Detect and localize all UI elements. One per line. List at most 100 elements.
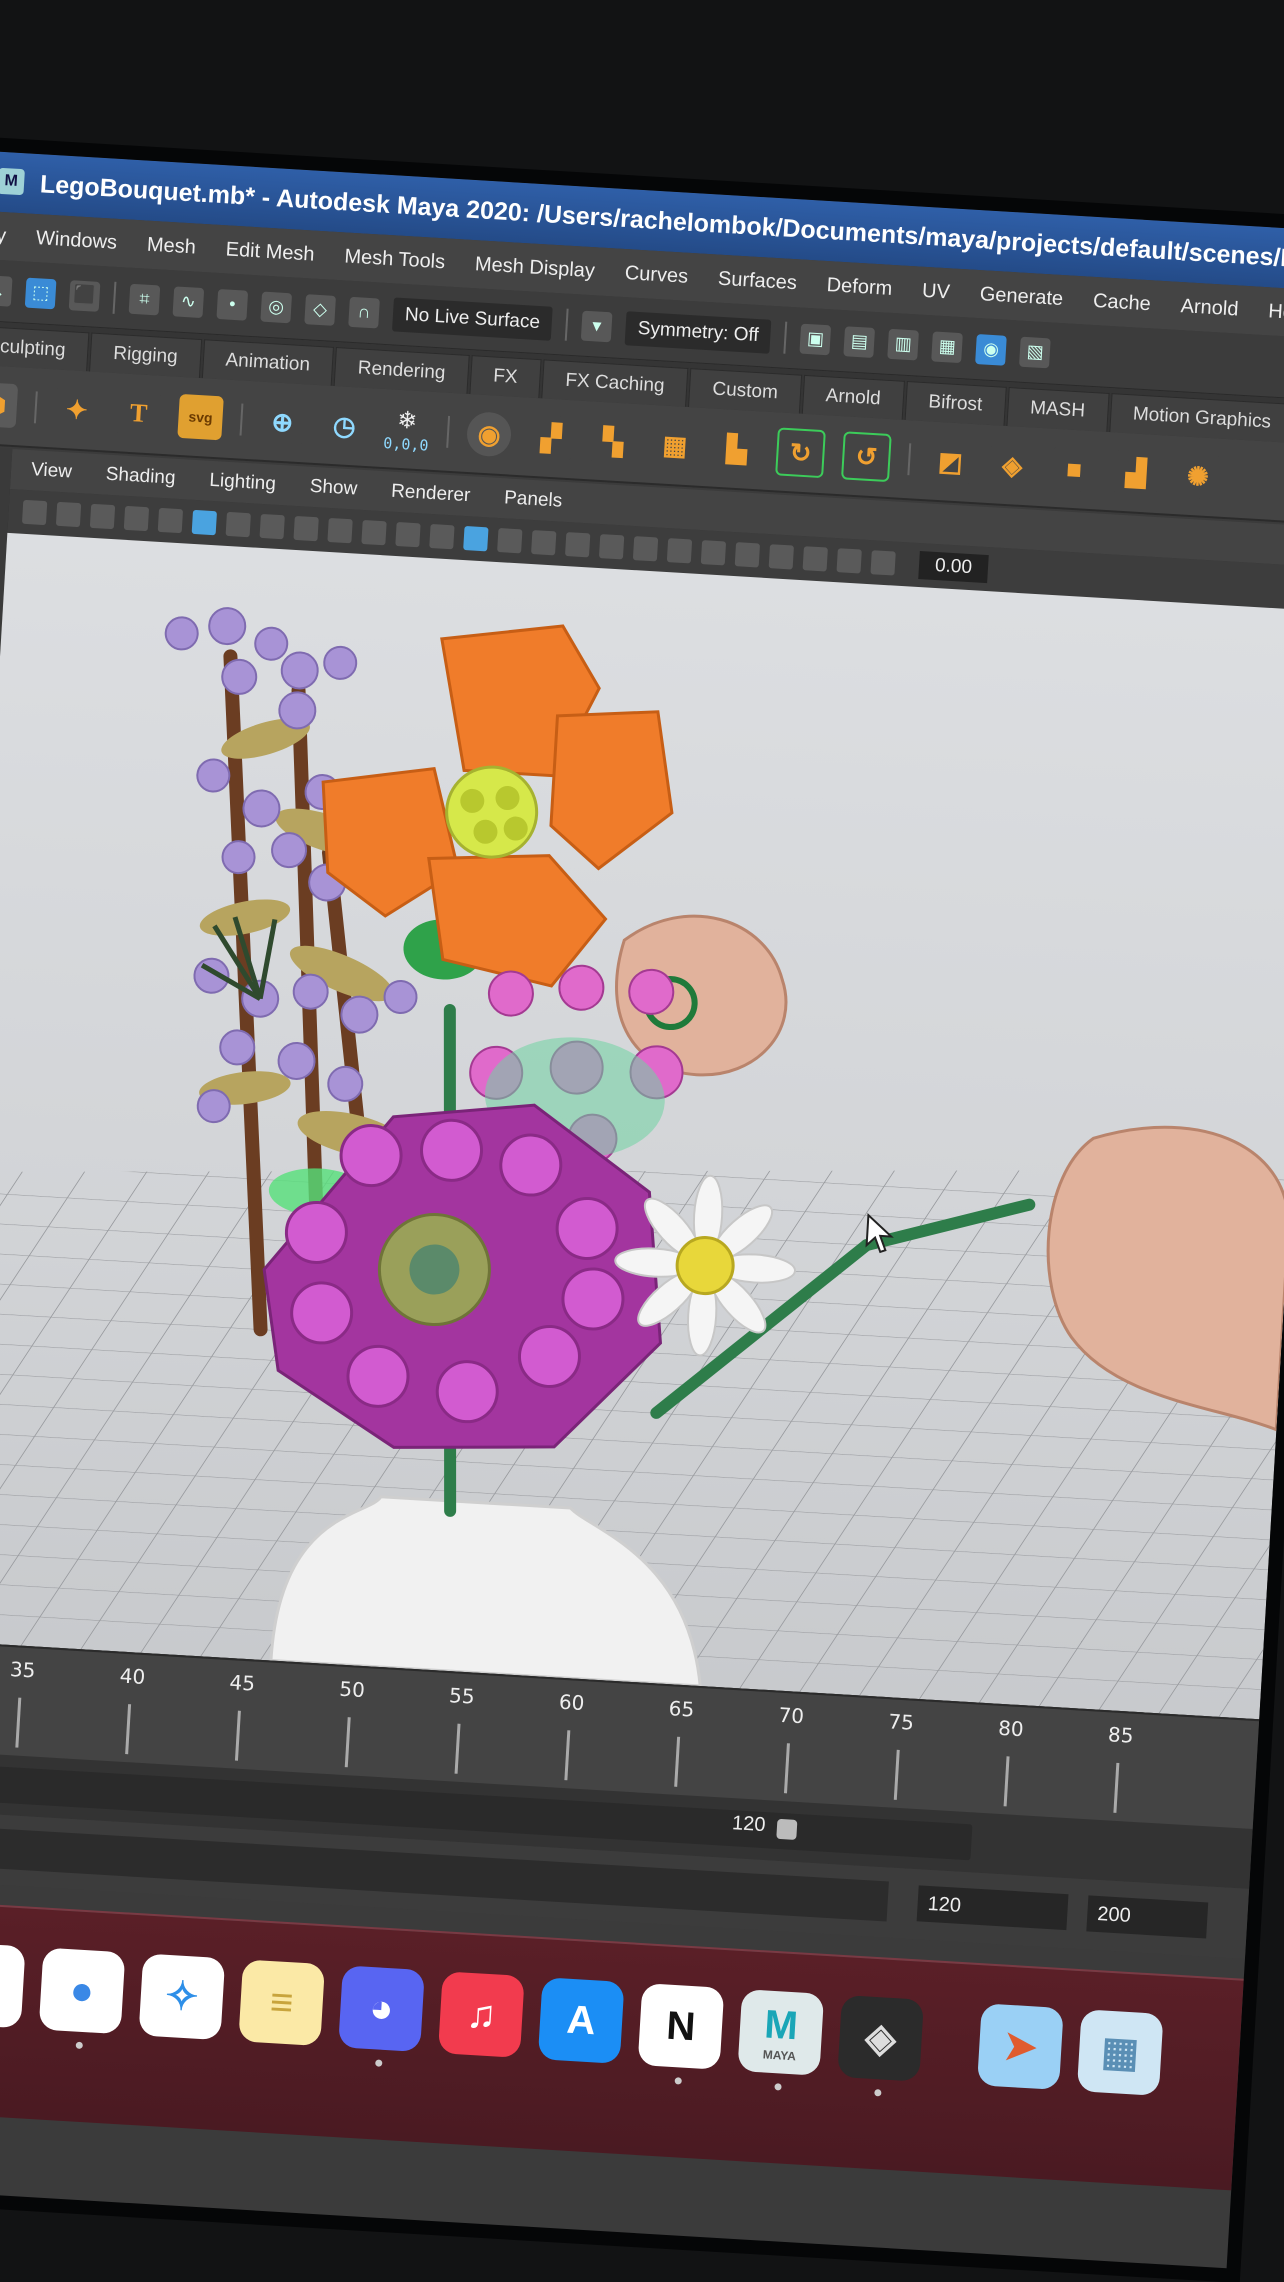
cube-scatter-icon[interactable]: ▟ — [1112, 449, 1160, 496]
dock-maya-icon[interactable]: M MAYA — [737, 1989, 825, 2076]
snap-grid-icon[interactable]: ⌗ — [128, 283, 161, 315]
tab-custom[interactable]: Custom — [688, 368, 802, 414]
cube-rotate-icon[interactable]: ↻ — [775, 427, 827, 479]
xray-joints-icon[interactable] — [836, 548, 862, 574]
field-chart-icon[interactable] — [327, 517, 353, 544]
magnet-icon[interactable]: ∩ — [348, 296, 380, 329]
chevron-down-icon[interactable]: ▾ — [580, 310, 613, 342]
xray-icon[interactable] — [802, 546, 828, 572]
exposure-icon[interactable] — [870, 550, 896, 576]
range-lock-icon[interactable] — [776, 1818, 798, 1840]
shadows-icon[interactable] — [598, 534, 625, 560]
cube-box-icon[interactable]: ■ — [1050, 445, 1098, 493]
snap-view-icon[interactable]: ◎ — [260, 291, 293, 323]
image-plane-icon[interactable] — [123, 505, 150, 532]
menu-item-cache[interactable]: Cache — [1092, 289, 1151, 315]
cube-slice-icon[interactable]: ◩ — [927, 438, 974, 485]
select-objects-icon[interactable]: ⬚ — [24, 277, 57, 309]
snowflake-tool[interactable]: ❄ 0,0,0 — [383, 405, 431, 454]
cube-diamond-icon[interactable]: ◈ — [989, 442, 1036, 489]
snap-curve-icon[interactable]: ∿ — [172, 285, 205, 318]
tab-rigging[interactable]: Rigging — [89, 332, 202, 379]
anim-end-field[interactable]: 120 — [916, 1885, 1069, 1931]
exposure-field[interactable]: 0.00 — [918, 551, 989, 584]
menu-item-help[interactable]: Help — [1268, 300, 1284, 325]
select-tool-icon[interactable]: ↖ — [0, 274, 13, 307]
menu-item-arnold[interactable]: Arnold — [1180, 295, 1239, 321]
render-frame-icon[interactable]: ▤ — [843, 325, 876, 358]
menu-item-surfaces[interactable]: Surfaces — [717, 267, 797, 295]
gate-mask-icon[interactable] — [293, 515, 319, 542]
wheel-icon[interactable]: ✺ — [1174, 453, 1222, 500]
polygon-sphere-icon[interactable]: ⬢ — [0, 381, 19, 429]
symmetry-dropdown[interactable]: Symmetry: Off — [624, 310, 772, 354]
safe-title-icon[interactable] — [395, 521, 421, 548]
tab-fx[interactable]: FX — [469, 355, 542, 399]
menu-item-edit-mesh[interactable]: Edit Mesh — [225, 238, 315, 266]
resolution-gate-icon[interactable] — [259, 513, 285, 540]
panel-menu-shading[interactable]: Shading — [105, 464, 176, 490]
dock-preview-icon[interactable]: ▦ — [1076, 2009, 1164, 2096]
tab-bifrost[interactable]: Bifrost — [904, 380, 1007, 426]
smooth-shade-icon[interactable] — [463, 525, 489, 552]
panel-menu-view[interactable]: View — [30, 459, 73, 483]
bookmark-icon[interactable] — [89, 503, 116, 530]
playback-end-field[interactable]: 200 — [1086, 1895, 1209, 1939]
use-all-lights-icon[interactable] — [564, 532, 591, 558]
dock-safari-icon[interactable]: ✧ — [138, 1953, 226, 2041]
mash-network-icon[interactable]: ◉ — [465, 411, 513, 458]
wireframe-icon[interactable] — [429, 523, 455, 550]
menu-item-generate[interactable]: Generate — [979, 283, 1064, 311]
cube-stack-icon[interactable]: ▦ — [651, 422, 699, 469]
timer-icon[interactable]: ◷ — [321, 402, 368, 449]
menu-item-windows[interactable]: Windows — [35, 227, 117, 255]
render-setup-icon[interactable]: ▧ — [1019, 336, 1052, 368]
sparkle-icon[interactable]: ✦ — [53, 386, 101, 434]
cube-steps-icon[interactable]: ▙ — [713, 425, 761, 473]
hypershade-icon[interactable]: ◉ — [975, 333, 1008, 366]
dock-discord-icon[interactable]: ◕ — [338, 1965, 425, 2053]
ipr-render-icon[interactable]: ▥ — [887, 328, 920, 361]
dock-unity-icon[interactable]: ◈ — [837, 1994, 924, 2082]
panel-menu-show[interactable]: Show — [309, 476, 358, 501]
panel-menu-panels[interactable]: Panels — [504, 487, 563, 512]
live-surface-field[interactable]: No Live Surface — [392, 296, 553, 341]
motion-blur-icon[interactable] — [666, 538, 693, 564]
safe-action-icon[interactable] — [361, 519, 387, 546]
depth-of-field-icon[interactable] — [734, 542, 761, 568]
dock-chrome-icon[interactable]: ● — [38, 1947, 126, 2035]
wireframe-on-shaded-icon[interactable] — [497, 528, 523, 554]
panel-menu-renderer[interactable]: Renderer — [391, 481, 471, 508]
menu-item-ay[interactable]: ay — [0, 224, 7, 248]
dock-vscode-icon[interactable]: ⟨⟩ — [0, 1941, 26, 2029]
dock-notion-icon[interactable]: N — [637, 1983, 725, 2070]
menu-item-uv[interactable]: UV — [921, 279, 951, 304]
snap-point-icon[interactable]: • — [216, 288, 249, 321]
select-components-icon[interactable]: ⬛ — [68, 279, 101, 312]
tab-arnold[interactable]: Arnold — [801, 374, 905, 420]
dock-notes-icon[interactable]: ≡ — [238, 1959, 326, 2047]
render-view-icon[interactable]: ▣ — [799, 323, 832, 355]
film-gate-icon[interactable] — [225, 511, 251, 538]
camera-icon[interactable] — [21, 499, 48, 526]
tab-mash[interactable]: MASH — [1006, 386, 1110, 432]
cube-grid-icon[interactable]: ▞ — [527, 414, 575, 462]
grid-toggle-icon[interactable] — [157, 507, 184, 534]
isolate-select-icon[interactable] — [768, 544, 794, 570]
tab-sculpting[interactable]: Sculpting — [0, 325, 90, 372]
menu-item-mesh[interactable]: Mesh — [146, 233, 196, 259]
svg-icon[interactable]: svg — [177, 393, 224, 441]
menu-item-mesh-tools[interactable]: Mesh Tools — [344, 245, 446, 274]
cube-pair-icon[interactable]: ▚ — [589, 418, 637, 465]
transform-icon[interactable]: ⊕ — [259, 398, 306, 446]
dock-app-store-icon[interactable]: A — [537, 1977, 625, 2064]
textured-icon[interactable] — [531, 530, 557, 556]
snap-surface-icon[interactable]: ◇ — [304, 293, 337, 326]
menu-item-curves[interactable]: Curves — [624, 262, 689, 289]
grid-icon[interactable] — [191, 509, 218, 536]
camera-attributes-icon[interactable] — [55, 501, 82, 528]
panel-menu-lighting[interactable]: Lighting — [209, 470, 277, 496]
viewport-3d[interactable] — [0, 532, 1284, 1720]
menu-item-deform[interactable]: Deform — [826, 274, 893, 301]
render-settings-icon[interactable]: ▦ — [931, 330, 964, 363]
